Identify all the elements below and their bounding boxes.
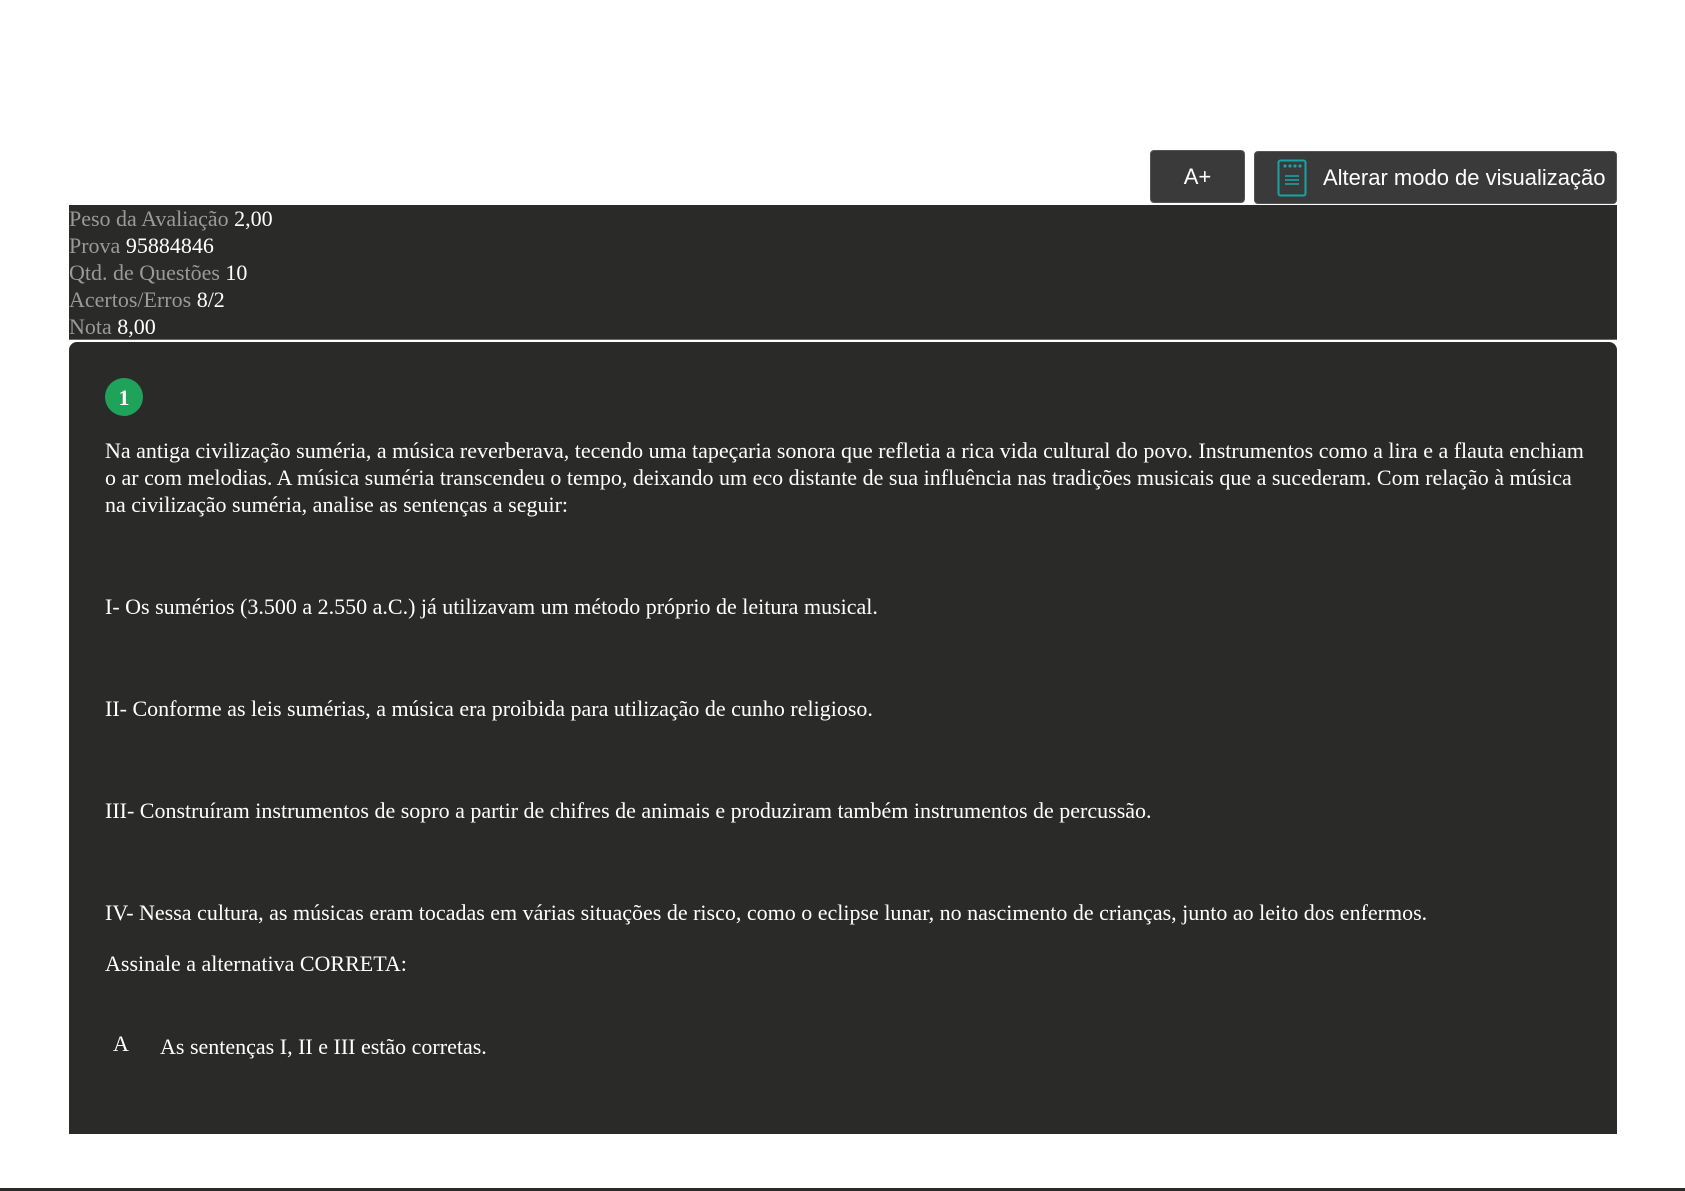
change-view-mode-label: Alterar modo de visualização — [1323, 164, 1606, 190]
questions-value: 10 — [225, 260, 248, 285]
grade-value: 8,00 — [117, 314, 156, 339]
questions-label: Qtd. de Questões — [69, 260, 220, 285]
exam-value: 95884846 — [125, 233, 214, 258]
statement-3: III- Construíram instrumentos de sopro a… — [105, 798, 1152, 823]
question-intro: Na antiga civilização suméria, a música … — [105, 438, 1584, 517]
statement-1: I- Os sumérios (3.500 a 2.550 a.C.) já u… — [105, 594, 878, 619]
question-card: 1 Na antiga civilização suméria, a músic… — [69, 342, 1617, 1134]
summary-weight: Peso da Avaliação 2,00 — [69, 205, 1617, 232]
score-value: 8/2 — [196, 287, 225, 312]
summary-grade: Nota 8,00 — [69, 313, 1617, 340]
summary-score: Acertos/Erros 8/2 — [69, 286, 1617, 313]
alternative-a[interactable]: A As sentenças I, II e III estão correta… — [105, 1030, 1585, 1075]
weight-label: Peso da Avaliação — [69, 206, 229, 231]
document-icon — [1277, 159, 1307, 197]
toolbar: A+ Alterar modo de visualização — [1150, 150, 1617, 205]
alternative-text: As sentenças I, II e III estão corretas. — [160, 1034, 487, 1059]
grade-label: Nota — [69, 314, 112, 339]
weight-value: 2,00 — [234, 206, 273, 231]
alternative-letter: A — [113, 1031, 129, 1056]
font-increase-button[interactable]: A+ — [1150, 150, 1245, 203]
question-number-badge: 1 — [105, 378, 143, 416]
change-view-mode-button[interactable]: Alterar modo de visualização — [1254, 151, 1617, 204]
exam-label: Prova — [69, 233, 121, 258]
exam-summary: Peso da Avaliação 2,00 Prova 95884846 Qt… — [69, 205, 1617, 340]
score-label: Acertos/Erros — [69, 287, 192, 312]
summary-exam: Prova 95884846 — [69, 232, 1617, 259]
statement-2: II- Conforme as leis sumérias, a música … — [105, 696, 873, 721]
statement-4: IV- Nessa cultura, as músicas eram tocad… — [105, 900, 1428, 925]
question-prompt: Assinale a alternativa CORRETA: — [105, 951, 407, 976]
summary-questions: Qtd. de Questões 10 — [69, 259, 1617, 286]
